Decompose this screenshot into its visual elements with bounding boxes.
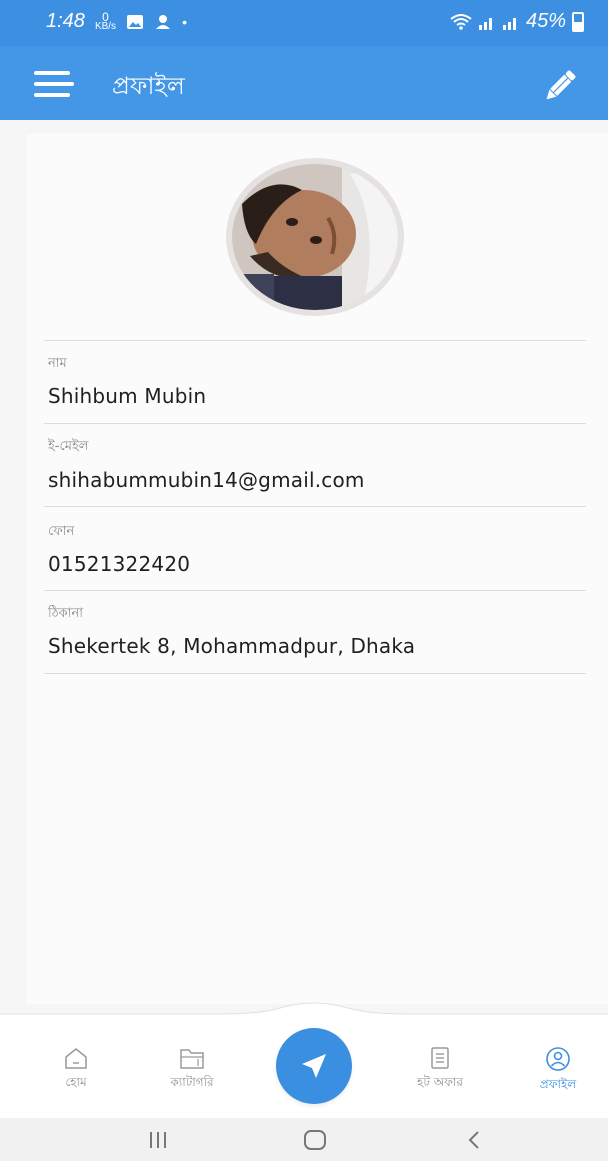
name-label: নাম <box>48 356 67 371</box>
divider <box>44 423 586 424</box>
recent-apps-icon[interactable] <box>146 1128 170 1152</box>
name-value: Shihbum Mubin <box>48 384 207 408</box>
email-label: ই-মেইল <box>48 439 89 454</box>
battery-icon <box>572 11 584 32</box>
address-label: ঠিকানা <box>48 606 84 621</box>
send-fab-button[interactable] <box>276 1028 352 1104</box>
profile-icon <box>546 1047 570 1071</box>
home-button-icon[interactable] <box>302 1128 328 1152</box>
battery-text: 45% <box>525 10 566 32</box>
nav-home-label: হোম <box>65 1075 87 1089</box>
nav-profile-label: প্রফাইল <box>539 1077 577 1091</box>
nav-profile[interactable]: প্রফাইল <box>508 1046 608 1096</box>
net-speed-value: 0 <box>102 9 109 24</box>
phone-value: 01521322420 <box>48 552 191 576</box>
nav-category-label: ক্যাটাগরি <box>170 1075 214 1089</box>
avatar-photo <box>232 164 398 310</box>
page-title: প্রফাইল <box>112 72 185 100</box>
bottom-nav: হোম ক্যাটাগরি হট অফার প্রফাইল <box>0 1000 608 1118</box>
wifi-icon <box>450 13 472 30</box>
address-value: Shekertek 8, Mohammadpur, Dhaka <box>48 634 416 658</box>
status-left: 1:48 0 KB/s • <box>46 10 187 33</box>
divider <box>44 590 586 591</box>
phone-label: ফোন <box>48 524 75 539</box>
signal-icon-2 <box>502 17 516 30</box>
divider <box>44 506 586 507</box>
folder-icon <box>180 1049 204 1069</box>
status-time: 1:48 <box>46 10 85 32</box>
nav-hot-offer-label: হট অফার <box>417 1075 463 1089</box>
status-bar: 1:48 0 KB/s • 45% <box>0 0 608 46</box>
email-value: shihabummubin14@gmail.com <box>48 468 365 492</box>
send-icon <box>302 1054 326 1078</box>
avatar[interactable] <box>226 158 404 316</box>
divider <box>44 340 586 341</box>
net-speed-unit: KB/s <box>94 20 117 32</box>
nav-hot-offer[interactable]: হট অফার <box>390 1046 490 1094</box>
gallery-icon <box>127 14 144 29</box>
status-dot: • <box>182 13 187 30</box>
status-right: 45% <box>450 10 584 33</box>
divider <box>44 673 586 674</box>
profile-card: নাম Shihbum Mubin ই-মেইল shihabummubin14… <box>26 134 608 1004</box>
home-icon <box>65 1048 87 1069</box>
net-speed: 0 KB/s <box>94 9 117 32</box>
edit-pencil-icon[interactable] <box>540 66 580 106</box>
nav-home[interactable]: হোম <box>26 1046 126 1094</box>
back-icon[interactable] <box>462 1128 486 1152</box>
system-nav-bar <box>0 1118 608 1161</box>
list-icon <box>431 1047 449 1069</box>
notification-app-icon <box>156 14 171 29</box>
app-bar: প্রফাইল <box>0 46 608 120</box>
menu-icon[interactable] <box>34 71 74 97</box>
signal-icon-1 <box>478 17 492 30</box>
nav-category[interactable]: ক্যাটাগরি <box>142 1046 242 1094</box>
